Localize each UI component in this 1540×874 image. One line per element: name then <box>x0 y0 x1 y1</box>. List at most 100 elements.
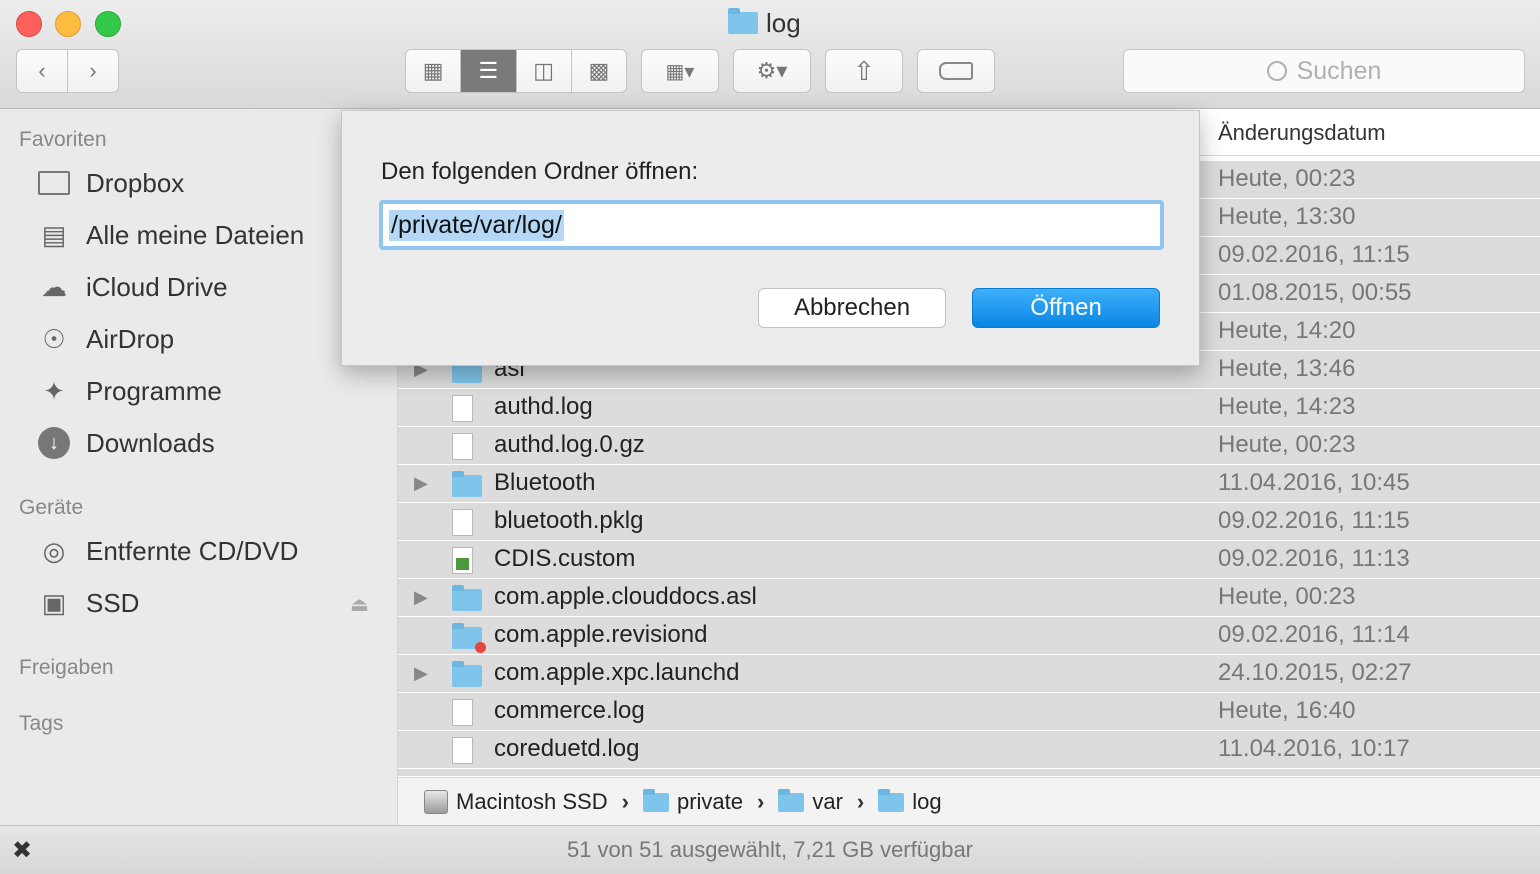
grid-icon: ▦ <box>422 58 444 83</box>
sidebar-item-label: Downloads <box>86 427 215 458</box>
dialog-label: Den folgenden Ordner öffnen: <box>381 158 699 185</box>
sidebar-heading-devices: Geräte <box>19 496 84 519</box>
drive-icon: ▣ <box>41 587 67 618</box>
path-item-var[interactable]: var <box>778 788 843 815</box>
table-row[interactable]: commerce.log Heute, 16:40 <box>398 693 1540 731</box>
sidebar-item-remote-disc[interactable]: ◎ Entfernte CD/DVD <box>36 535 299 567</box>
sidebar-item-label: Entfernte CD/DVD <box>86 535 299 566</box>
gear-icon: ⚙▾ <box>756 58 788 83</box>
chevron-right-icon: › <box>856 789 865 814</box>
sidebar-item-label: iCloud Drive <box>86 271 228 302</box>
sidebar-item-label: Alle meine Dateien <box>86 219 305 250</box>
sidebar-item-dropbox[interactable]: Dropbox <box>36 167 184 199</box>
download-icon: ↓ <box>36 427 72 459</box>
minimize-window-button[interactable] <box>55 11 81 37</box>
action-button[interactable]: ⚙▾ <box>733 49 811 93</box>
folder-icon <box>642 788 669 812</box>
folder-icon <box>452 471 482 497</box>
folder-icon <box>778 788 805 812</box>
table-row[interactable]: com.apple.revisiond 09.02.2016, 11:14 <box>398 617 1540 655</box>
chevron-left-icon: ‹ <box>38 58 46 83</box>
disclosure-triangle-icon[interactable]: ▶ <box>414 587 428 608</box>
disclosure-triangle-icon[interactable]: ▶ <box>414 473 428 494</box>
tags-button[interactable] <box>917 49 995 93</box>
icon-view-button[interactable]: ▦ <box>406 50 462 92</box>
table-row[interactable]: ▶ Bluetooth 11.04.2016, 10:45 <box>398 465 1540 503</box>
sidebar-item-ssd[interactable]: ▣ SSD <box>36 587 140 619</box>
column-header-date[interactable]: Änderungsdatum <box>1218 120 1386 146</box>
coverflow-view-button[interactable]: ▩ <box>572 50 626 92</box>
sidebar-item-programme[interactable]: ✦ Programme <box>36 375 222 407</box>
all-files-icon: ▤ <box>41 219 67 250</box>
eject-icon[interactable]: ⏏ <box>350 592 369 617</box>
tag-icon <box>939 62 973 80</box>
sidebar-item-label: Dropbox <box>86 167 185 198</box>
table-row[interactable]: coreduetd.log 11.04.2016, 10:17 <box>398 731 1540 769</box>
hard-drive-icon <box>424 790 448 814</box>
sidebar-item-airdrop[interactable]: ☉ AirDrop <box>36 323 174 355</box>
airdrop-icon: ☉ <box>42 323 66 354</box>
share-icon: ⇧ <box>853 55 875 86</box>
path-item-private[interactable]: private <box>642 788 743 815</box>
disclosure-triangle-icon[interactable]: ▶ <box>414 663 428 684</box>
chevron-right-icon: › <box>621 789 629 814</box>
folder-icon <box>36 167 72 199</box>
path-bar: Macintosh SSD › private › var › log <box>398 777 1540 826</box>
status-bar: ✖ 51 von 51 ausgewählt, 7,21 GB verfügba… <box>0 825 1540 874</box>
restricted-folder-icon <box>452 623 486 653</box>
back-button[interactable]: ‹ <box>17 50 68 92</box>
window-title: log <box>728 6 801 40</box>
cloud-icon: ☁ <box>41 271 67 302</box>
table-row <box>398 769 1540 777</box>
view-mode-selector: ▦ ☰ ◫ ▩ <box>405 49 627 93</box>
window-title-text: log <box>766 7 801 38</box>
disc-icon: ◎ <box>42 535 66 566</box>
column-view-button[interactable]: ◫ <box>517 50 572 92</box>
sidebar-item-downloads[interactable]: ↓ Downloads <box>36 427 215 459</box>
sidebar-heading-favorites: Favoriten <box>19 128 107 151</box>
sidebar-item-label: Programme <box>86 375 222 406</box>
file-icon <box>452 395 473 422</box>
sidebar-item-icloud-drive[interactable]: ☁ iCloud Drive <box>36 271 228 303</box>
file-icon <box>452 699 473 726</box>
table-row[interactable]: bluetooth.pklg 09.02.2016, 11:15 <box>398 503 1540 541</box>
list-icon: ☰ <box>478 58 499 83</box>
forward-button[interactable]: › <box>68 50 118 92</box>
chevron-right-icon: › <box>89 58 97 83</box>
search-placeholder: Suchen <box>1296 56 1382 85</box>
path-item-macintosh-ssd[interactable]: Macintosh SSD <box>424 789 608 815</box>
table-row[interactable]: authd.log Heute, 14:23 <box>398 389 1540 427</box>
table-row[interactable]: ▶ com.apple.xpc.launchd 24.10.2015, 02:2… <box>398 655 1540 693</box>
folder-path-value: /private/var/log/ <box>389 209 564 241</box>
arrange-button[interactable]: ▦▾ <box>641 49 719 93</box>
folder-icon <box>452 585 482 611</box>
sidebar-heading-tags: Tags <box>19 712 64 735</box>
search-input[interactable]: Suchen <box>1123 49 1525 93</box>
folder-icon <box>452 661 482 687</box>
table-row[interactable]: authd.log.0.gz Heute, 00:23 <box>398 427 1540 465</box>
table-row[interactable]: CDIS.custom 09.02.2016, 11:13 <box>398 541 1540 579</box>
sidebar-item-label: AirDrop <box>86 323 175 354</box>
sidebar-item-all-files[interactable]: ▤ Alle meine Dateien <box>36 219 305 251</box>
document-icon <box>452 547 473 574</box>
path-item-log[interactable]: log <box>878 788 942 815</box>
zoom-window-button[interactable] <box>95 11 121 37</box>
close-window-button[interactable] <box>16 11 42 37</box>
file-icon <box>452 737 473 764</box>
file-icon <box>452 509 473 536</box>
folder-icon <box>878 788 905 812</box>
window-titlebar: log ‹ › ▦ ☰ ◫ ▩ ▦▾ ⚙▾ ⇧ Suchen <box>0 0 1540 109</box>
cancel-button[interactable]: Abbrechen <box>758 288 946 328</box>
search-icon <box>1266 61 1287 81</box>
arrange-icon: ▦▾ <box>665 60 695 83</box>
open-button[interactable]: Öffnen <box>972 288 1160 328</box>
share-button[interactable]: ⇧ <box>825 49 903 93</box>
columns-icon: ◫ <box>533 58 555 83</box>
sidebar: Favoriten Dropbox ▤ Alle meine Dateien ☁… <box>0 109 398 825</box>
status-text: 51 von 51 ausgewählt, 7,21 GB verfügbar <box>566 837 974 862</box>
folder-icon <box>728 8 758 34</box>
folder-path-input[interactable]: /private/var/log/ <box>379 200 1164 250</box>
table-row[interactable]: ▶ com.apple.clouddocs.asl Heute, 00:23 <box>398 579 1540 617</box>
navigation-buttons: ‹ › <box>16 49 119 93</box>
list-view-button[interactable]: ☰ <box>461 50 517 92</box>
